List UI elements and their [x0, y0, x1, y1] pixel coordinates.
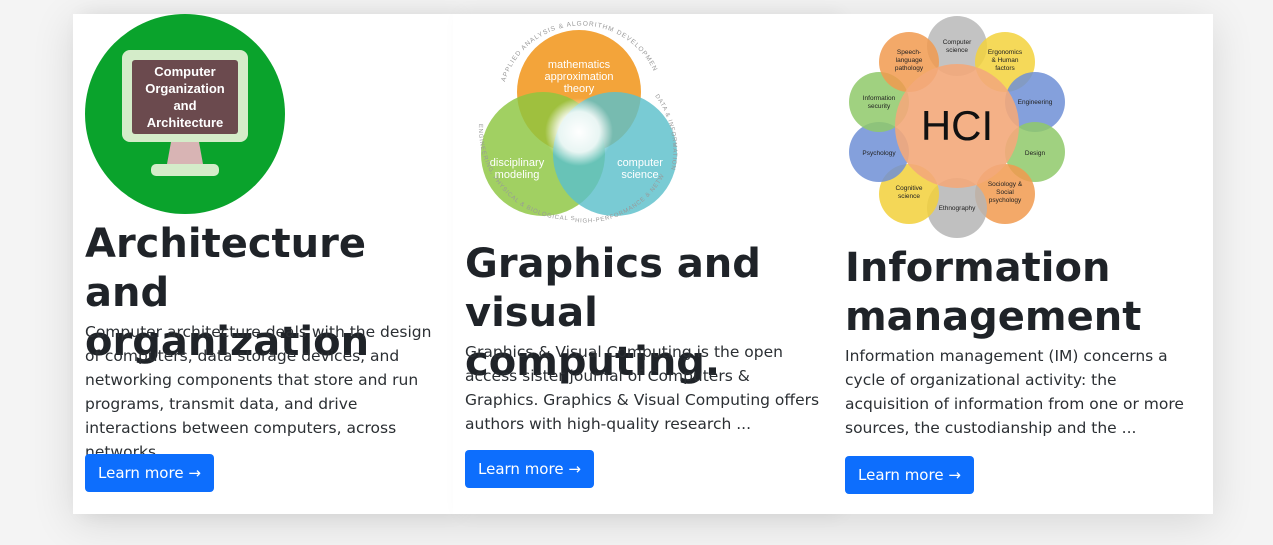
- petal-label: Design: [1025, 150, 1046, 157]
- card-information: HCI Computer science Ergonomics & Human …: [833, 14, 1213, 514]
- venn-label-top: approximation: [544, 71, 613, 83]
- card-image-graphics: APPLIED ANALYSIS & ALGORITHM DEVELOPMENT…: [465, 14, 677, 225]
- card-image-architecture: Computer Organization and Architecture: [85, 14, 285, 214]
- hci-center-label: HCI: [921, 102, 993, 149]
- petal-label: Computer: [943, 39, 972, 46]
- learn-more-button[interactable]: Learn more →: [465, 450, 594, 488]
- venn-label-right: computer: [617, 157, 663, 169]
- petal-label: Ergonomics: [988, 49, 1023, 56]
- petal-label: Information: [863, 95, 896, 102]
- card-graphics: APPLIED ANALYSIS & ALGORITHM DEVELOPMENT…: [453, 14, 833, 514]
- image-label-line: Architecture: [147, 115, 224, 130]
- petal-label: Cognitive: [895, 185, 922, 192]
- card-description: Computer architecture deals with the des…: [85, 323, 432, 461]
- venn-label-right: science: [621, 169, 658, 181]
- venn-label-left: disciplinary: [490, 157, 545, 169]
- image-label-line: Computer: [154, 64, 215, 79]
- petal-label: psychology: [989, 197, 1022, 204]
- petal-label: Social: [996, 189, 1014, 196]
- learn-more-button[interactable]: Learn more →: [845, 456, 974, 494]
- petal-label: Psychology: [862, 150, 896, 157]
- image-label-line: and: [173, 98, 196, 113]
- learn-more-button[interactable]: Learn more →: [85, 454, 214, 492]
- venn-label-top: theory: [564, 83, 595, 95]
- petal-label: language: [896, 57, 923, 64]
- image-label-line: Organization: [145, 81, 225, 96]
- petal-label: science: [898, 193, 920, 200]
- petal-label: Engineering: [1018, 99, 1053, 106]
- petal-label: Ethnography: [939, 205, 977, 212]
- petal-label: & Human: [991, 57, 1018, 64]
- card-description: Graphics & Visual Computing is the open …: [465, 343, 820, 433]
- petal-label: science: [946, 47, 968, 54]
- venn-label-left: modeling: [495, 169, 540, 181]
- cards-panel: Computer Organization and Architecture A…: [73, 14, 1213, 514]
- card-description: Information management (IM) concerns a c…: [845, 347, 1184, 437]
- petal-label: Speech-: [897, 49, 921, 56]
- petal-label: security: [868, 103, 891, 110]
- petal-label: pathology: [895, 65, 924, 72]
- venn-label-top: mathematics: [548, 59, 611, 71]
- card-title: Information management: [845, 245, 1142, 340]
- card-image-hci: HCI Computer science Ergonomics & Human …: [849, 16, 1065, 238]
- petal-label: factors: [995, 65, 1015, 72]
- card-architecture: Computer Organization and Architecture A…: [73, 14, 453, 514]
- petal-label: Sociology &: [988, 181, 1023, 188]
